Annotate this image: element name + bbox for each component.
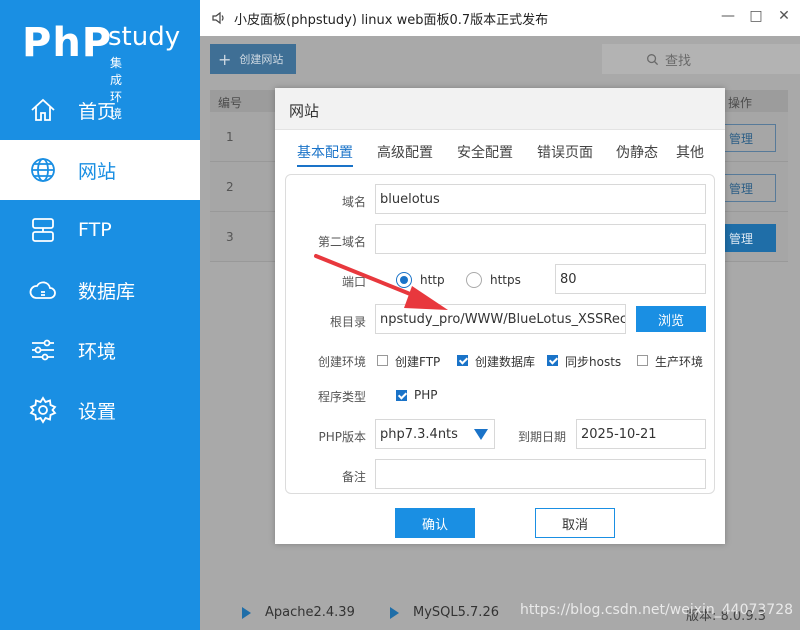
sync-hosts-label: 同步hosts — [565, 355, 622, 369]
sidebar-item-database[interactable]: 数据库 — [0, 260, 200, 320]
dialog-title: 网站 — [289, 102, 320, 120]
second-domain-input[interactable] — [375, 224, 706, 254]
cancel-button[interactable]: 取消 — [535, 508, 615, 538]
port-label: 端口 — [341, 275, 366, 289]
sliders-icon — [28, 335, 58, 365]
sidebar-item-label: 环境 — [78, 340, 117, 363]
manage-button[interactable]: 管理 — [720, 224, 776, 252]
program-type-label: 程序类型 — [317, 390, 366, 404]
watermark-text: https://blog.csdn.net/weixin_44073728 — [520, 602, 794, 618]
second-domain-label: 第二域名 — [317, 235, 366, 249]
database-icon — [28, 275, 58, 305]
search-placeholder: 查找 — [665, 53, 692, 69]
confirm-button[interactable]: 确认 — [395, 508, 475, 538]
note-input[interactable] — [375, 459, 706, 489]
minimize-button[interactable]: — — [720, 8, 736, 24]
http-radio[interactable] — [396, 272, 412, 288]
expire-date-label: 到期日期 — [517, 430, 566, 444]
sidebar-item-website[interactable]: 网站 — [0, 140, 200, 200]
domain-label: 域名 — [341, 195, 366, 209]
dialog-tabs: 基本配置 高级配置 安全配置 错误页面 伪静态 其他 — [275, 142, 725, 167]
create-ftp-label: 创建FTP — [395, 355, 441, 369]
create-env-label: 创建环境 — [317, 355, 366, 369]
production-env-checkbox[interactable] — [637, 355, 648, 366]
maximize-button[interactable]: □ — [748, 8, 764, 24]
manage-button[interactable]: 管理 — [720, 174, 776, 202]
create-website-button[interactable]: + 创建网站 — [210, 44, 296, 74]
title-bar: 小皮面板(phpstudy) linux web面板0.7版本正式发布 — □ … — [200, 0, 800, 36]
service-label: Apache2.4.39 — [265, 605, 355, 620]
tab-error-pages[interactable]: 错误页面 — [537, 142, 593, 165]
https-label: https — [490, 273, 521, 287]
dialog-header: 网站 — [275, 88, 725, 130]
tab-basic[interactable]: 基本配置 — [297, 142, 353, 167]
basic-config-form: 域名 bluelotus 第二域名 端口 http https 80 根目录 n… — [285, 174, 715, 494]
expire-date-input[interactable]: 2025-10-21 — [576, 419, 706, 449]
php-version-select[interactable]: php7.3.4nts — [375, 419, 495, 449]
production-env-label: 生产环境 — [655, 355, 704, 369]
sync-hosts-checkbox[interactable] — [547, 355, 558, 366]
plus-icon: + — [218, 49, 232, 69]
create-database-checkbox[interactable] — [457, 355, 468, 366]
row-number: 3 — [226, 230, 234, 244]
root-path-input[interactable]: npstudy_pro/WWW/BlueLotus_XSSReceiver — [375, 304, 626, 334]
col-header-number: 编号 — [218, 96, 243, 110]
browse-button[interactable]: 浏览 — [636, 306, 706, 332]
sidebar-item-home[interactable]: 首页 — [0, 80, 200, 140]
play-icon — [242, 606, 251, 619]
create-database-label: 创建数据库 — [475, 355, 536, 369]
ftp-icon — [28, 215, 58, 245]
sidebar-item-label: 设置 — [78, 400, 117, 423]
note-label: 备注 — [341, 470, 366, 484]
create-website-label: 创建网站 — [239, 53, 284, 66]
row-number: 2 — [226, 180, 234, 194]
tab-rewrite[interactable]: 伪静态 — [616, 142, 658, 165]
port-input[interactable]: 80 — [555, 264, 706, 294]
sidebar-item-label: 网站 — [78, 160, 117, 183]
tab-security[interactable]: 安全配置 — [457, 142, 513, 165]
https-radio[interactable] — [466, 272, 482, 288]
sidebar-item-label: 数据库 — [78, 280, 136, 303]
php-label: PHP — [414, 388, 438, 402]
sidebar-item-settings[interactable]: 设置 — [0, 380, 200, 440]
create-ftp-checkbox[interactable] — [377, 355, 388, 366]
logo-php-text: PhP — [22, 20, 113, 66]
col-header-action: 操作 — [728, 96, 753, 110]
sidebar-item-label: FTP — [78, 219, 112, 241]
speaker-icon — [212, 11, 224, 25]
service-mysql[interactable]: MySQL5.7.26 — [390, 605, 499, 620]
manage-button[interactable]: 管理 — [720, 124, 776, 152]
php-version-value: php7.3.4nts — [380, 426, 458, 442]
play-icon — [390, 606, 399, 619]
php-checkbox[interactable] — [396, 390, 407, 401]
row-number: 1 — [226, 130, 234, 144]
sidebar-item-environment[interactable]: 环境 — [0, 320, 200, 380]
home-icon — [28, 95, 58, 125]
service-label: MySQL5.7.26 — [413, 605, 499, 620]
close-button[interactable]: ✕ — [776, 8, 792, 24]
http-label: http — [420, 273, 445, 287]
globe-icon — [28, 155, 58, 185]
sidebar-item-label: 首页 — [78, 100, 117, 123]
root-label: 根目录 — [329, 315, 366, 329]
tab-advanced[interactable]: 高级配置 — [377, 142, 433, 165]
tab-other[interactable]: 其他 — [676, 142, 704, 165]
search-icon — [647, 53, 659, 65]
service-apache[interactable]: Apache2.4.39 — [242, 605, 355, 620]
website-dialog: 网站 基本配置 高级配置 安全配置 错误页面 伪静态 其他 域名 bluelot… — [275, 88, 725, 544]
window-title: 小皮面板(phpstudy) linux web面板0.7版本正式发布 — [234, 12, 549, 28]
sidebar-item-ftp[interactable]: FTP — [0, 200, 200, 260]
toolbar: + 创建网站 查找 — [200, 36, 800, 88]
domain-input[interactable]: bluelotus — [375, 184, 706, 214]
gear-icon — [28, 395, 58, 425]
sidebar: PhP study 集成环境 首页 网站 FTP 数据库 环境 设置 — [0, 0, 200, 630]
php-version-label: PHP版本 — [318, 430, 367, 444]
search-input[interactable]: 查找 — [602, 44, 800, 74]
logo-study-text: study — [108, 22, 181, 52]
